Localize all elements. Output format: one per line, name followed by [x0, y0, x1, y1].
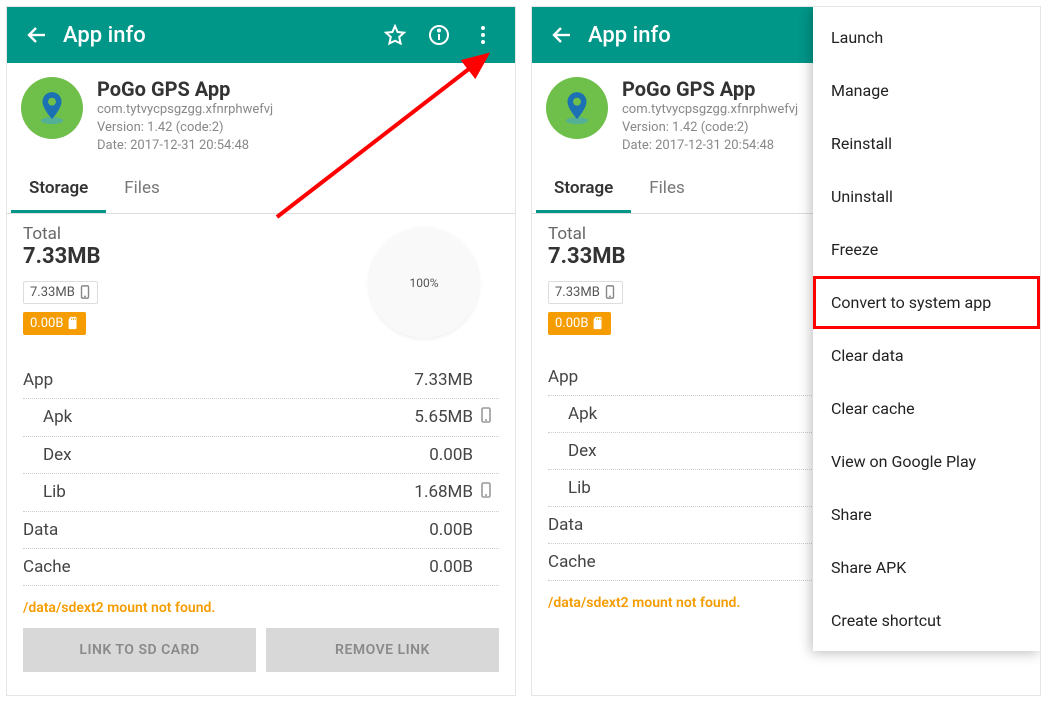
tab-storage[interactable]: Storage — [11, 166, 106, 213]
star-icon — [383, 23, 407, 47]
arrow-left-icon — [550, 23, 574, 47]
menu-manage[interactable]: Manage — [813, 64, 1040, 117]
menu-create-shortcut[interactable]: Create shortcut — [813, 594, 1040, 647]
total-label: Total — [23, 224, 369, 244]
row-dex-label: Dex — [23, 445, 429, 465]
chip-sd: 0.00B — [23, 312, 86, 335]
app-header: PoGo GPS App com.tytvycpsgzgg.xfnrphwefv… — [7, 63, 515, 166]
chip-phone: 7.33MB — [23, 281, 98, 304]
row-lib-label: Lib — [23, 482, 414, 502]
app-package: com.tytvycpsgzgg.xfnrphwefvj — [622, 101, 798, 119]
row-app-label: App — [23, 370, 414, 390]
panel-right: App info PoGo GPS App com.tytvycpsgzgg.x… — [531, 6, 1041, 696]
storage-breakdown: App 7.33MB Apk 5.65MB Dex 0.00B Lib 1.68… — [23, 362, 499, 586]
menu-convert-system[interactable]: Convert to system app — [813, 276, 1040, 329]
menu-clear-data[interactable]: Clear data — [813, 329, 1040, 382]
sd-card-icon — [67, 316, 79, 330]
menu-share[interactable]: Share — [813, 488, 1040, 541]
row-data-value: 0.00B — [429, 520, 473, 540]
app-package: com.tytvycpsgzgg.xfnrphwefvj — [97, 101, 273, 119]
menu-uninstall[interactable]: Uninstall — [813, 170, 1040, 223]
chip-sd-value: 0.00B — [30, 316, 63, 331]
location-pin-icon — [558, 89, 596, 127]
sd-card-icon — [592, 316, 604, 330]
app-date: Date: 2017-12-31 20:54:48 — [622, 137, 798, 155]
tab-storage[interactable]: Storage — [536, 166, 631, 213]
row-app: App 7.33MB — [23, 362, 499, 399]
overflow-menu: Launch Manage Reinstall Uninstall Freeze… — [813, 7, 1040, 651]
row-lib-value: 1.68MB — [414, 482, 473, 502]
panel-left: App info PoGo GPS App com.tytvycpsgzgg.x… — [6, 6, 516, 696]
phone-storage-icon — [480, 407, 492, 423]
app-name: PoGo GPS App — [97, 77, 273, 101]
app-meta: PoGo GPS App com.tytvycpsgzgg.xfnrphwefv… — [622, 77, 798, 156]
menu-share-apk[interactable]: Share APK — [813, 541, 1040, 594]
back-button[interactable] — [17, 15, 57, 55]
total-value: 7.33MB — [23, 244, 369, 269]
chip-sd: 0.00B — [548, 312, 611, 335]
chip-phone: 7.33MB — [548, 281, 623, 304]
info-button[interactable] — [417, 13, 461, 57]
chip-phone-value: 7.33MB — [555, 285, 600, 300]
row-apk-label: Apk — [23, 407, 414, 427]
storage-content: Total 7.33MB 7.33MB 0.00B — [7, 214, 515, 682]
row-cache: Cache 0.00B — [23, 549, 499, 586]
row-cache-label: Cache — [23, 557, 429, 577]
page-title: App info — [63, 23, 373, 48]
app-version: Version: 1.42 (code:2) — [622, 119, 798, 137]
arrow-left-icon — [25, 23, 49, 47]
tab-files[interactable]: Files — [631, 166, 702, 213]
overflow-button[interactable] — [461, 13, 505, 57]
menu-view-play[interactable]: View on Google Play — [813, 435, 1040, 488]
menu-launch[interactable]: Launch — [813, 11, 1040, 64]
pie-percent: 100% — [409, 276, 438, 290]
app-date: Date: 2017-12-31 20:54:48 — [97, 137, 273, 155]
tabs: Storage Files — [7, 166, 515, 214]
row-app-value: 7.33MB — [414, 370, 473, 390]
menu-freeze[interactable]: Freeze — [813, 223, 1040, 276]
chip-phone-value: 7.33MB — [30, 285, 75, 300]
row-lib: Lib 1.68MB — [23, 474, 499, 512]
phone-storage-icon — [604, 285, 616, 299]
phone-storage-icon — [480, 482, 492, 498]
tab-files[interactable]: Files — [106, 166, 177, 213]
link-sd-button[interactable]: LINK TO SD CARD — [23, 628, 256, 672]
row-apk-value: 5.65MB — [414, 407, 473, 427]
mount-warning: /data/sdext2 mount not found. — [23, 600, 499, 616]
app-bar: App info — [7, 7, 515, 63]
app-meta: PoGo GPS App com.tytvycpsgzgg.xfnrphwefv… — [97, 77, 273, 156]
app-icon — [21, 77, 83, 139]
remove-link-button[interactable]: REMOVE LINK — [266, 628, 499, 672]
chip-sd-value: 0.00B — [555, 316, 588, 331]
row-cache-value: 0.00B — [429, 557, 473, 577]
row-dex-value: 0.00B — [429, 445, 473, 465]
row-dex: Dex 0.00B — [23, 437, 499, 474]
app-name: PoGo GPS App — [622, 77, 798, 101]
app-icon — [546, 77, 608, 139]
location-pin-icon — [33, 89, 71, 127]
row-data: Data 0.00B — [23, 512, 499, 549]
back-button[interactable] — [542, 15, 582, 55]
storage-pie: 100% — [369, 228, 479, 338]
row-apk: Apk 5.65MB — [23, 399, 499, 437]
menu-reinstall[interactable]: Reinstall — [813, 117, 1040, 170]
menu-clear-cache[interactable]: Clear cache — [813, 382, 1040, 435]
phone-storage-icon — [79, 285, 91, 299]
info-icon — [427, 23, 451, 47]
app-version: Version: 1.42 (code:2) — [97, 119, 273, 137]
favorite-button[interactable] — [373, 13, 417, 57]
more-vert-icon — [471, 23, 495, 47]
row-data-label: Data — [23, 520, 429, 540]
